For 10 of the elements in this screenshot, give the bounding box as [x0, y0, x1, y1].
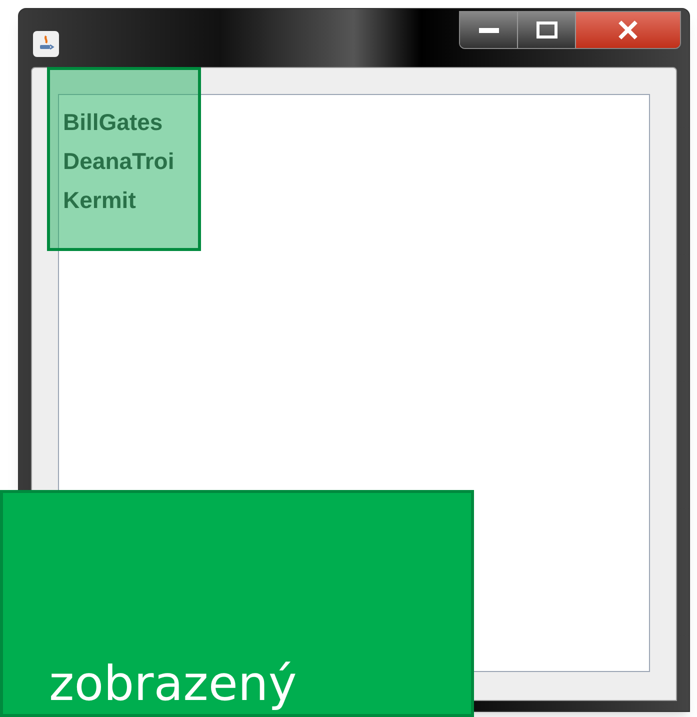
list-item[interactable]: DeanaTroi [63, 142, 174, 181]
list-item[interactable]: Kermit [63, 181, 136, 220]
minimize-button[interactable] [460, 12, 518, 48]
maximize-icon [536, 21, 558, 39]
minimize-icon [478, 26, 500, 34]
callout-text: zobrazený [49, 660, 297, 708]
list-item[interactable]: BillGates [63, 103, 163, 142]
close-button[interactable] [576, 12, 680, 48]
close-icon [617, 20, 639, 40]
maximize-button[interactable] [518, 12, 576, 48]
